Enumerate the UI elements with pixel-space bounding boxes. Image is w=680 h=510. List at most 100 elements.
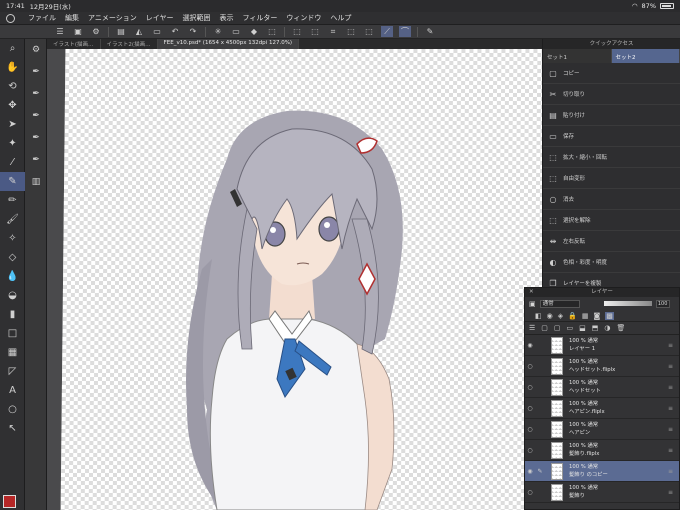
layer-row[interactable]: ○ 100 % 通常 ヘッドセット.fliplx ≡: [525, 356, 679, 377]
figure-tool-icon[interactable]: □: [0, 324, 25, 343]
fill-icon[interactable]: ◆: [248, 26, 260, 37]
import-icon[interactable]: ◭: [133, 26, 145, 37]
canvas-workspace[interactable]: [47, 49, 542, 510]
eye-icon[interactable]: ○: [525, 447, 535, 454]
layer-property-icon[interactable]: ▣: [529, 300, 536, 308]
qa-flip[interactable]: ⇹ 左右反転: [543, 231, 680, 252]
mask-icon[interactable]: ◙: [593, 312, 600, 320]
menu-window[interactable]: ウィンドウ: [286, 13, 321, 23]
lock-icon[interactable]: 🔒: [568, 312, 577, 320]
eye-icon[interactable]: ◉: [525, 342, 535, 349]
tab-active-document[interactable]: FEE_v10.psd* (1654 x 4500px 132dpi 127.0…: [157, 39, 300, 49]
illustration-figure[interactable]: [47, 49, 542, 510]
menu-view[interactable]: 表示: [220, 13, 234, 23]
frame-tool-icon[interactable]: ▦: [0, 343, 25, 362]
clear-icon[interactable]: ▭: [230, 26, 242, 37]
drag-handle-icon[interactable]: ≡: [668, 363, 673, 370]
eyedropper-icon[interactable]: ⁄: [0, 153, 25, 172]
menu-layer[interactable]: レイヤー: [146, 13, 174, 23]
main-color-swatch[interactable]: [3, 495, 16, 508]
stabilizer-icon[interactable]: ⟋: [381, 26, 393, 37]
layer-row[interactable]: ○ 100 % 通常 髪飾り ≡: [525, 482, 679, 503]
layer-row[interactable]: ○ 100 % 通常 ヘアピン.fliplx ≡: [525, 398, 679, 419]
qa-erase[interactable]: ○ 消去: [543, 189, 680, 210]
subtool-pen-turnip-icon[interactable]: ✒: [25, 105, 47, 127]
menu-file[interactable]: ファイル: [28, 13, 56, 23]
subtool-pen-round-icon[interactable]: ✒: [25, 127, 47, 149]
export-icon[interactable]: ▭: [151, 26, 163, 37]
magic-wand-icon[interactable]: ✦: [0, 134, 25, 153]
reference-icon[interactable]: ◉: [547, 312, 553, 320]
menu-animation[interactable]: アニメーション: [88, 13, 137, 23]
settings-icon[interactable]: ⚙: [90, 26, 102, 37]
drag-handle-icon[interactable]: ≡: [668, 489, 673, 496]
correct-line-tool-icon[interactable]: ↖: [0, 419, 25, 438]
transform-icon[interactable]: ⬚: [266, 26, 278, 37]
drag-handle-icon[interactable]: ≡: [668, 405, 673, 412]
close-icon[interactable]: ✕: [529, 288, 534, 297]
new-vector-layer-icon[interactable]: ▢: [554, 324, 561, 332]
drag-handle-icon[interactable]: ≡: [668, 426, 673, 433]
drag-handle-icon[interactable]: ≡: [668, 447, 673, 454]
eye-icon[interactable]: ○: [525, 426, 535, 433]
subtool-settings-icon[interactable]: ⚙: [25, 39, 47, 61]
subtool-pen-g-icon[interactable]: ✒: [25, 61, 47, 83]
subtool-pen-mapping-icon[interactable]: ✒: [25, 83, 47, 105]
airbrush-tool-icon[interactable]: ✧: [0, 229, 25, 248]
mask-add-icon[interactable]: ◑: [604, 324, 610, 332]
tab-set-1[interactable]: セット1: [543, 49, 612, 63]
new-folder-icon[interactable]: ▭: [567, 324, 574, 332]
layer-row[interactable]: ○ 100 % 通常 ヘアピン ≡: [525, 419, 679, 440]
qa-cut[interactable]: ✂ 切り取り: [543, 84, 680, 105]
eye-icon[interactable]: ◉: [525, 468, 535, 475]
app-logo-icon[interactable]: [6, 13, 15, 23]
edit-icon[interactable]: ✎: [424, 26, 436, 37]
qa-hue-saturation[interactable]: ◐ 色相・彩度・明度: [543, 252, 680, 273]
layer-row-selected[interactable]: ◉ ✎ 100 % 通常 髪飾り のコピー ≡: [525, 461, 679, 482]
qa-copy[interactable]: ▢ コピー: [543, 63, 680, 84]
tab-illust-2[interactable]: イラスト2(描画…: [101, 39, 158, 49]
transfer-down-icon[interactable]: ⬒: [592, 324, 599, 332]
text-tool-icon[interactable]: A: [0, 381, 25, 400]
merge-down-icon[interactable]: ⬓: [579, 324, 586, 332]
pen-tool-icon[interactable]: ✎: [0, 172, 25, 191]
fill-tool-icon[interactable]: ◒: [0, 286, 25, 305]
eye-icon[interactable]: ○: [525, 363, 535, 370]
layer-row[interactable]: ○ 100 % 通常 ヘッドセット ≡: [525, 377, 679, 398]
rotate-tool-icon[interactable]: ⟲: [0, 77, 25, 96]
opacity-slider[interactable]: [603, 301, 652, 306]
crop-icon[interactable]: ⌗: [327, 26, 339, 37]
eraser-tool-icon[interactable]: ◇: [0, 248, 25, 267]
eye-icon[interactable]: ○: [525, 384, 535, 391]
gradient-tool-icon[interactable]: ▮: [0, 305, 25, 324]
clip-icon[interactable]: ◧: [535, 312, 542, 320]
move-tool-icon[interactable]: ✥: [0, 96, 25, 115]
ruler-tool-icon[interactable]: ◸: [0, 362, 25, 381]
layer-row[interactable]: ◉ 100 % 通常 レイヤー 1 ≡: [525, 335, 679, 356]
qa-save[interactable]: ▭ 保存: [543, 126, 680, 147]
balloon-tool-icon[interactable]: ○: [0, 400, 25, 419]
lock-transparent-icon[interactable]: ▦: [582, 312, 589, 320]
selection-layer-icon[interactable]: ⬚: [363, 26, 375, 37]
tab-set-2[interactable]: セット2: [611, 49, 680, 63]
zoom-tool-icon[interactable]: ⌕: [0, 39, 25, 58]
draft-icon[interactable]: ◈: [558, 312, 563, 320]
redo-icon[interactable]: ↷: [187, 26, 199, 37]
layer-row[interactable]: ○ 100 % 通常 髪飾り.fliplx ≡: [525, 440, 679, 461]
drag-handle-icon[interactable]: ≡: [668, 468, 673, 475]
blend-mode-select[interactable]: 通常: [539, 299, 580, 308]
menu-filter[interactable]: フィルター: [243, 13, 278, 23]
menu-help[interactable]: ヘルプ: [330, 13, 351, 23]
opacity-value[interactable]: 100: [655, 299, 670, 308]
hand-tool-icon[interactable]: ✋: [0, 58, 25, 77]
save-icon[interactable]: ▤: [115, 26, 127, 37]
delete-layer-icon[interactable]: 🗑: [617, 324, 626, 332]
layer-list-icon[interactable]: ☰: [529, 324, 535, 332]
qa-scale-rotate[interactable]: ⬚ 拡大・縮小・回転: [543, 147, 680, 168]
invert-icon[interactable]: ⬚: [309, 26, 321, 37]
qa-deselect[interactable]: ⬚ 選択を解除: [543, 210, 680, 231]
drag-handle-icon[interactable]: ≡: [668, 384, 673, 391]
tab-illust-1[interactable]: イラスト(描画…: [47, 39, 101, 49]
pencil-tool-icon[interactable]: ✏: [0, 191, 25, 210]
brush-tool-icon[interactable]: 🖌: [0, 210, 25, 229]
